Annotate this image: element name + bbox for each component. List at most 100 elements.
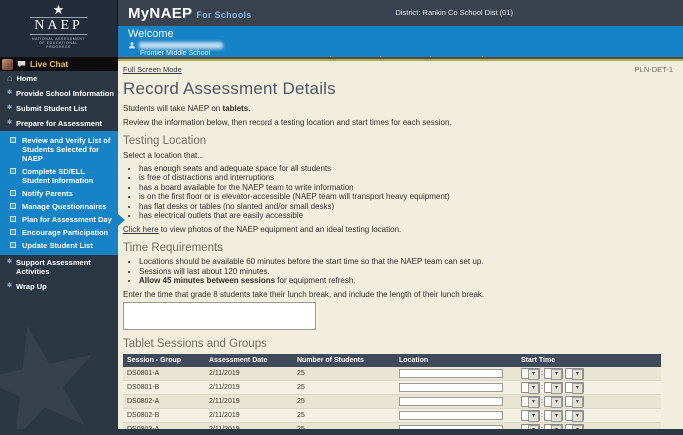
live-chat-button[interactable]: Live Chat: [0, 57, 118, 71]
naep-logo-text: NAEP: [30, 17, 87, 35]
lunch-break-textarea[interactable]: [123, 302, 316, 330]
checkbox-icon: [10, 242, 16, 248]
sidebar-item-home[interactable]: ⌂ Home: [0, 71, 118, 86]
location-bullet: has flat desks or tables (no slanted and…: [139, 202, 673, 212]
sessions-heading: Tablet Sessions and Groups: [123, 338, 673, 350]
page-title: Record Assessment Details: [123, 79, 673, 99]
checkbox-icon: [10, 168, 16, 174]
footer-bar: [0, 429, 683, 435]
intro-line-2: Review the information below, then recor…: [123, 118, 673, 128]
location-input[interactable]: [399, 411, 503, 420]
star-icon: ★: [0, 3, 117, 16]
location-bullet-list: has enough seats and adequate space for …: [139, 164, 673, 221]
start-ampm-select[interactable]: [565, 382, 584, 393]
brand-title: MyNAEPFor Schools: [128, 5, 252, 22]
date-cell: 2/11/2019: [205, 409, 293, 423]
sidebar-item-wrap-up[interactable]: ✱ Wrap Up: [0, 279, 118, 294]
bullet-icon: ✱: [7, 119, 12, 128]
table-row: DS0801-A 2/11/2019 25 :: [123, 367, 661, 381]
start-ampm-select[interactable]: [565, 396, 584, 407]
home-icon: ⌂: [7, 74, 12, 83]
page-code: PLN-DET-1: [635, 65, 673, 74]
location-input[interactable]: [399, 369, 503, 378]
naep-logo: ★ NAEP NATIONAL ASSESSMENT OF EDUCATIONA…: [0, 0, 118, 57]
date-cell: 2/11/2019: [205, 367, 293, 381]
sidebar-subitem-notify-parents[interactable]: Notify Parents: [0, 187, 118, 200]
time-bullet-list: Locations should be available 60 minutes…: [139, 257, 673, 286]
session-cell: DS0802-B: [123, 409, 205, 423]
user-icon: [128, 41, 136, 49]
testing-location-heading: Testing Location: [123, 135, 673, 147]
click-here-link[interactable]: Click here: [123, 225, 159, 234]
location-bullet: has a board available for the NAEP team …: [139, 183, 673, 193]
sidebar-subitem-complete-sdell[interactable]: Complete SD/ELL Student Information: [0, 165, 118, 187]
col-session-group: Session - Group: [123, 354, 205, 367]
time-colon: :: [541, 398, 543, 405]
col-start-time: Start Time: [517, 354, 661, 367]
bullet-icon: ✱: [7, 89, 12, 98]
photos-line: Click here to view photos of the NAEP eq…: [123, 225, 673, 235]
start-minute-select[interactable]: [544, 396, 563, 407]
testing-location-lead: Select a location that...: [123, 151, 673, 161]
sidebar-subitem-plan-for-assessment-day[interactable]: Plan for Assessment Day: [0, 213, 118, 226]
bullet-icon: ✱: [7, 282, 12, 291]
star-watermark: ★: [0, 283, 118, 435]
naep-logo-subtext: NATIONAL ASSESSMENT OF EDUCATIONAL PROGR…: [0, 37, 117, 49]
students-cell: 25: [293, 409, 395, 423]
table-row: DS0801-B 2/11/2019 25 :: [123, 381, 661, 395]
checkbox-icon: [10, 190, 16, 196]
sidebar-item-provide-school-information[interactable]: ✱ Provide School Information: [0, 86, 118, 101]
students-cell: 25: [293, 367, 395, 381]
start-hour-select[interactable]: [521, 368, 540, 379]
table-row: DS0802-B 2/11/2019 25 :: [123, 409, 661, 423]
start-ampm-select[interactable]: [565, 368, 584, 379]
sidebar-subitem-review-and-verify[interactable]: Review and Verify List of Students Selec…: [0, 134, 118, 165]
checkbox-icon: [10, 229, 16, 235]
start-hour-select[interactable]: [521, 396, 540, 407]
location-input[interactable]: [399, 383, 503, 392]
location-bullet: is on the first floor or is elevator-acc…: [139, 192, 673, 202]
brand-suffix: For Schools: [196, 10, 251, 20]
chat-bubble-icon: [17, 60, 26, 68]
sidebar-subitem-encourage-participation[interactable]: Encourage Participation: [0, 226, 118, 239]
start-minute-select[interactable]: [544, 382, 563, 393]
intro-bold: tablets.: [222, 104, 250, 113]
time-colon: :: [541, 412, 543, 419]
date-cell: 2/11/2019: [205, 395, 293, 409]
district-label: District: Rankin Co School Dist (01): [395, 8, 513, 17]
user-name-redacted: [139, 42, 223, 49]
time-bullet: Allow 45 minutes between sessions for eq…: [139, 276, 673, 286]
sidebar-subitem-manage-questionnaires[interactable]: Manage Questionnaires: [0, 200, 118, 213]
sidebar-item-prepare-for-assessment[interactable]: ✱ Prepare for Assessment: [0, 116, 118, 131]
sidebar-item-submit-student-list[interactable]: ✱ Submit Student List: [0, 101, 118, 116]
students-cell: 25: [293, 395, 395, 409]
checkbox-icon: [10, 137, 16, 143]
session-cell: DS0801-B: [123, 381, 205, 395]
location-input[interactable]: [399, 397, 503, 406]
session-cell: DS0802-A: [123, 395, 205, 409]
start-minute-select[interactable]: [544, 410, 563, 421]
session-cell: DS0801-A: [123, 367, 205, 381]
col-number-of-students: Number of Students: [293, 354, 395, 367]
sidebar-item-support-assessment-activities[interactable]: ✱ Support Assessment Activities: [0, 255, 118, 279]
sidebar-subitem-update-student-list[interactable]: Update Student List: [0, 239, 118, 252]
checkbox-icon: [10, 203, 16, 209]
location-bullet: has enough seats and adequate space for …: [139, 164, 673, 174]
time-requirements-heading: Time Requirements: [123, 242, 673, 254]
live-chat-avatar: [2, 59, 13, 70]
time-bullet: Locations should be available 60 minutes…: [139, 257, 673, 267]
lunch-prompt: Enter the time that grade 8 students tak…: [123, 290, 673, 300]
time-colon: :: [541, 370, 543, 377]
start-minute-select[interactable]: [544, 368, 563, 379]
start-hour-select[interactable]: [521, 410, 540, 421]
full-screen-mode-link[interactable]: Full Screen Mode: [123, 65, 182, 74]
col-location: Location: [395, 354, 517, 367]
welcome-label: Welcome: [128, 28, 223, 40]
time-colon: :: [541, 384, 543, 391]
main-content: Full Screen Mode PLN-DET-1 Record Assess…: [118, 57, 683, 435]
start-ampm-select[interactable]: [565, 410, 584, 421]
start-hour-select[interactable]: [521, 382, 540, 393]
time-bullet: Sessions will last about 120 minutes.: [139, 267, 673, 277]
bullet-icon: ✱: [7, 258, 12, 267]
sidebar-nav: ★ Live Chat ⌂ Home ✱ Provide School Info…: [0, 57, 118, 435]
